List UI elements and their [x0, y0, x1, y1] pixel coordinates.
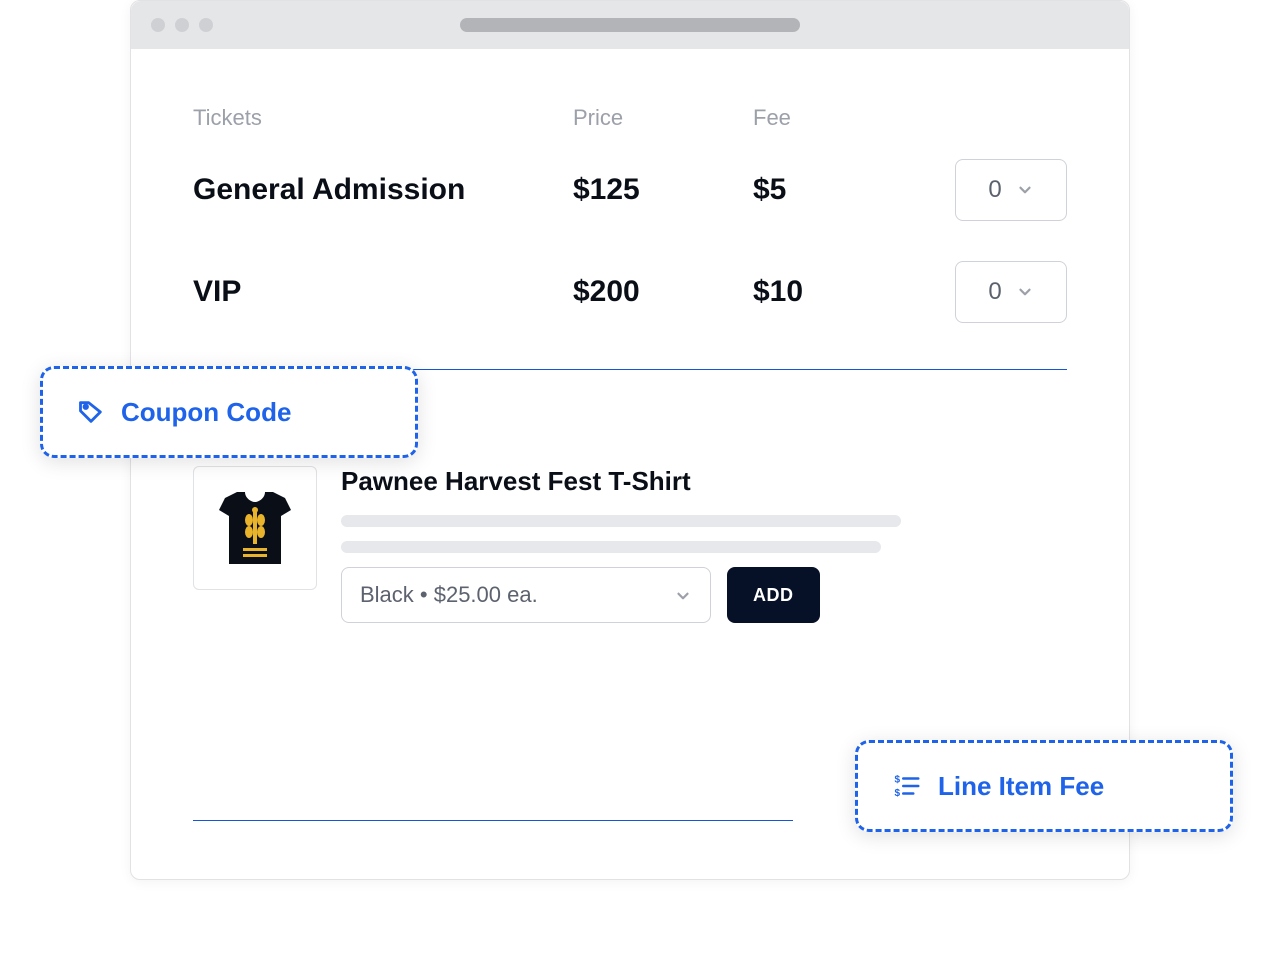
fee-header-label: Fee — [753, 105, 913, 131]
addon-option-label: Black • $25.00 ea. — [360, 582, 538, 608]
addon-body: Pawnee Harvest Fest T-Shirt Black • $25.… — [341, 466, 1067, 623]
addon-option-select[interactable]: Black • $25.00 ea. — [341, 567, 711, 623]
line-item-fee-callout[interactable]: $ $ Line Item Fee — [855, 740, 1233, 832]
price-header-label: Price — [573, 105, 753, 131]
ticket-price: $125 — [573, 173, 753, 207]
traffic-light-dot — [175, 18, 189, 32]
traffic-light-dot — [199, 18, 213, 32]
ticket-fee: $5 — [753, 173, 913, 207]
ticket-price: $200 — [573, 275, 753, 309]
ticket-fee: $10 — [753, 275, 913, 309]
ticket-row-general-admission: General Admission $125 $5 0 — [193, 159, 1067, 221]
ticket-name: VIP — [193, 275, 573, 309]
tshirt-icon — [207, 480, 303, 576]
ticket-qty-value: 0 — [988, 278, 1001, 306]
ticket-row-vip: VIP $200 $10 0 — [193, 261, 1067, 323]
coupon-code-label: Coupon Code — [121, 397, 291, 428]
ticket-name: General Admission — [193, 173, 573, 207]
tickets-header-label: Tickets — [193, 105, 573, 131]
fee-list-icon: $ $ — [892, 771, 922, 801]
skeleton-line — [341, 541, 881, 553]
svg-text:$: $ — [895, 774, 901, 785]
chevron-down-icon — [1016, 283, 1034, 301]
traffic-light-dot — [151, 18, 165, 32]
ticket-qty-value: 0 — [988, 176, 1001, 204]
ticket-qty-select[interactable]: 0 — [955, 261, 1067, 323]
addon-thumbnail — [193, 466, 317, 590]
svg-text:$: $ — [895, 788, 901, 799]
section-divider — [193, 820, 793, 821]
line-item-fee-label: Line Item Fee — [938, 771, 1104, 802]
address-bar-placeholder — [460, 18, 800, 32]
chevron-down-icon — [1016, 181, 1034, 199]
addon-option-row: Black • $25.00 ea. ADD — [341, 567, 1067, 623]
tickets-header-row: Tickets Price Fee — [193, 105, 1067, 131]
browser-chrome — [131, 1, 1129, 49]
ticket-qty-select[interactable]: 0 — [955, 159, 1067, 221]
coupon-code-callout[interactable]: Coupon Code — [40, 366, 418, 458]
add-button[interactable]: ADD — [727, 567, 820, 623]
chevron-down-icon — [674, 586, 692, 604]
tag-icon — [77, 398, 105, 426]
addon-title: Pawnee Harvest Fest T-Shirt — [341, 466, 1067, 497]
skeleton-line — [341, 515, 901, 527]
addon-row: Pawnee Harvest Fest T-Shirt Black • $25.… — [193, 466, 1067, 623]
